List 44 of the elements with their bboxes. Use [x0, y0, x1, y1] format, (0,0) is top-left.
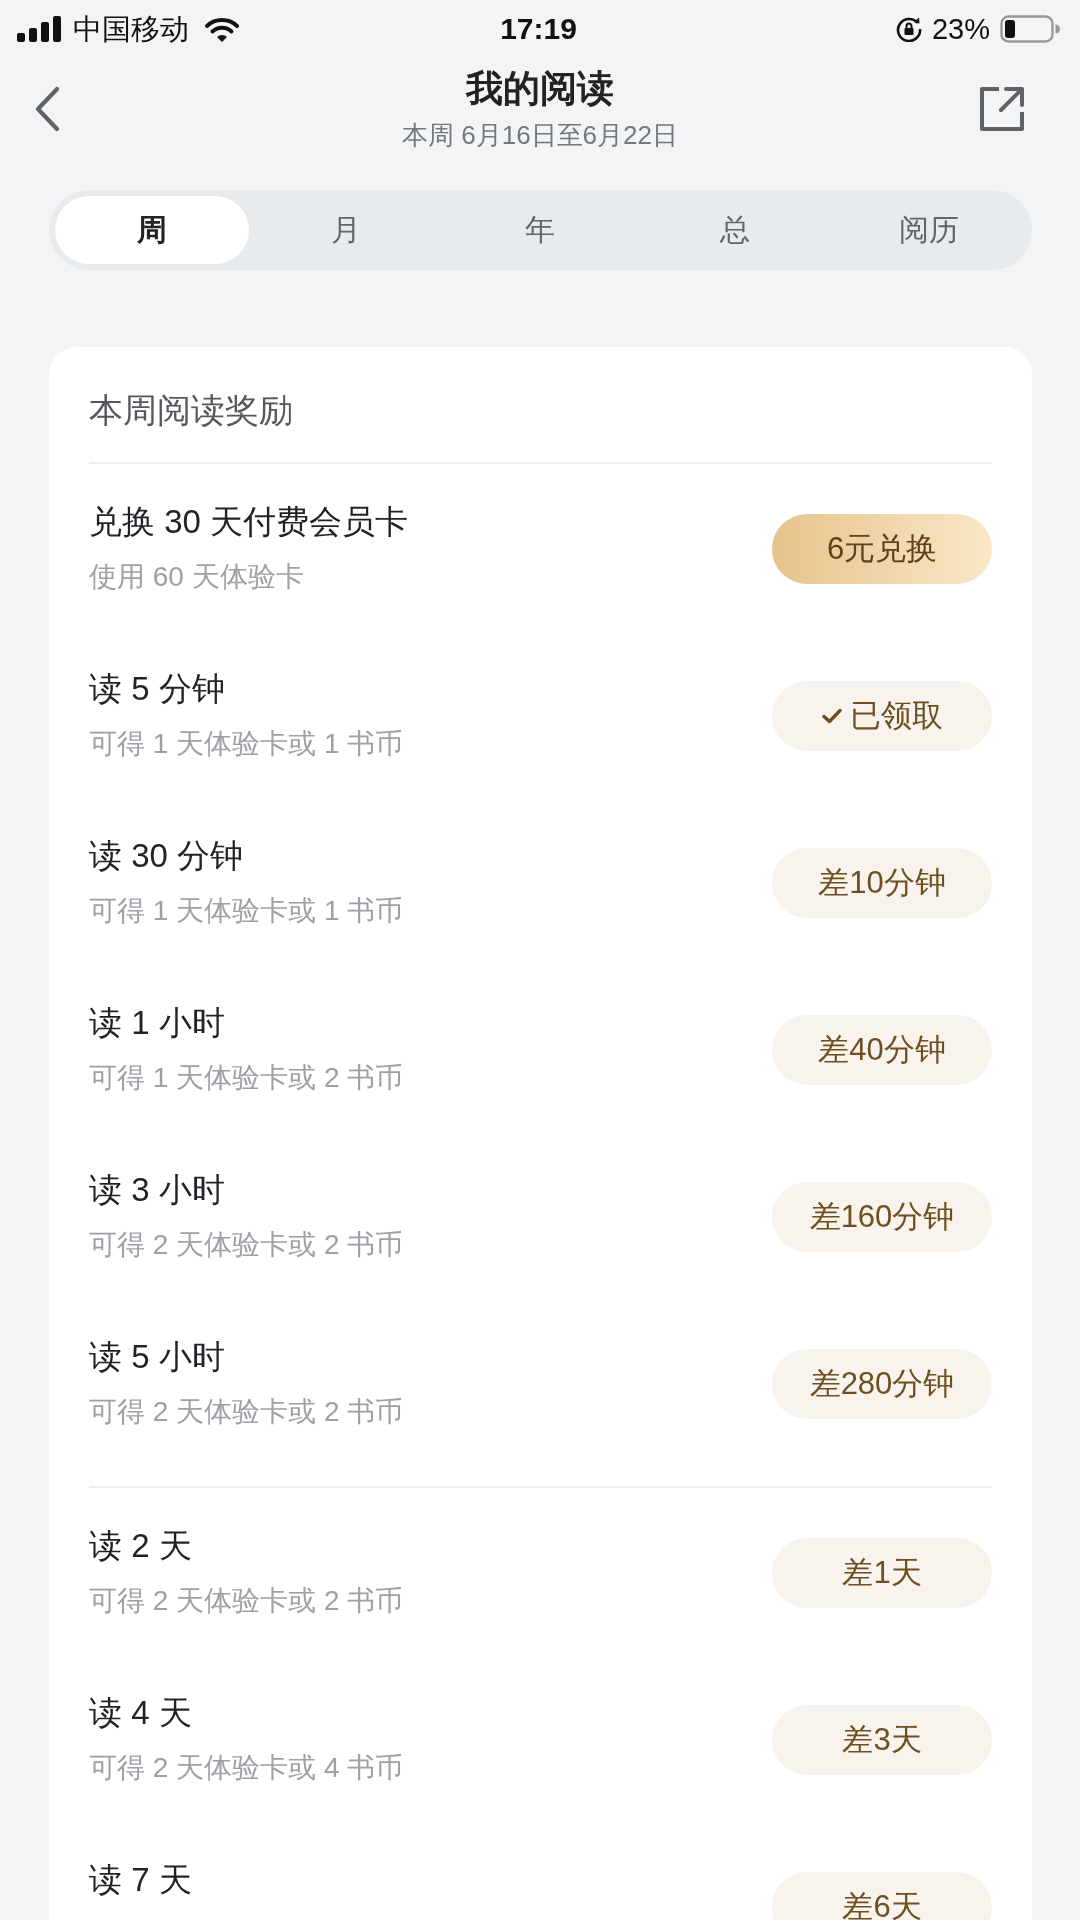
share-icon[interactable]: [978, 85, 1026, 133]
reward-title: 读 30 分钟: [89, 836, 245, 876]
reward-title: 读 3 小时: [89, 1170, 226, 1210]
battery-percent: 23%: [931, 12, 990, 47]
rotation-lock-icon: [895, 16, 922, 42]
check-icon: [821, 707, 842, 724]
remaining-button[interactable]: 差10分钟: [772, 847, 992, 918]
tab[interactable]: 阅历: [831, 196, 1026, 264]
reward-description: 可得 1 天体验卡或 1 书币: [89, 727, 404, 761]
reward-title: 读 4 天: [89, 1693, 193, 1733]
reward-title: 兑换 30 天付费会员卡: [89, 502, 409, 542]
carrier-name: 中国移动: [73, 12, 189, 47]
reward-title: 读 5 小时: [89, 1337, 226, 1377]
exchange-button[interactable]: 6元兑换: [772, 513, 992, 584]
back-icon[interactable]: [33, 86, 61, 132]
reward-title: 读 7 天: [89, 1860, 192, 1900]
remaining-button[interactable]: 差3天: [772, 1704, 992, 1775]
remaining-button[interactable]: 差1天: [772, 1537, 992, 1608]
tab[interactable]: 年: [443, 196, 638, 264]
remaining-button[interactable]: 差280分钟: [772, 1348, 992, 1419]
claimed-button[interactable]: 已领取: [772, 680, 992, 751]
remaining-button[interactable]: 差160分钟: [772, 1181, 992, 1252]
reward-description: 可得 1 天体验卡或 1 书币: [89, 894, 404, 928]
signal-bars-icon: [17, 16, 61, 42]
tab[interactable]: 总: [637, 196, 832, 264]
reward-title: 读 1 小时: [89, 1003, 226, 1043]
reward-description: 可得 1 天体验卡或 2 书币: [89, 1061, 404, 1095]
reward-description: 可得 2 天体验卡或 2 书币: [89, 1228, 404, 1262]
remaining-button[interactable]: 差6天: [772, 1871, 992, 1920]
tab[interactable]: 周: [55, 196, 250, 264]
card-title: 本周阅读奖励: [89, 390, 294, 431]
wifi-icon: [205, 16, 239, 42]
remaining-button[interactable]: 差40分钟: [772, 1014, 992, 1085]
reward-title: 读 5 分钟: [89, 669, 226, 709]
status-time: 17:19: [500, 11, 577, 47]
page-title: 我的阅读: [466, 67, 614, 111]
reward-description: 使用 60 天体验卡: [89, 560, 305, 594]
date-range: 本周 6月16日至6月22日: [402, 119, 678, 152]
tab[interactable]: 月: [249, 196, 444, 264]
battery-icon: [1000, 15, 1060, 43]
reward-description: 可得 2 天体验卡或 2 书币: [89, 1584, 404, 1618]
reward-description: 可得 2 天体验卡或 2 书币: [89, 1395, 404, 1429]
reward-description: 可得 2 天体验卡或 4 书币: [89, 1751, 404, 1785]
reward-title: 读 2 天: [89, 1526, 193, 1566]
